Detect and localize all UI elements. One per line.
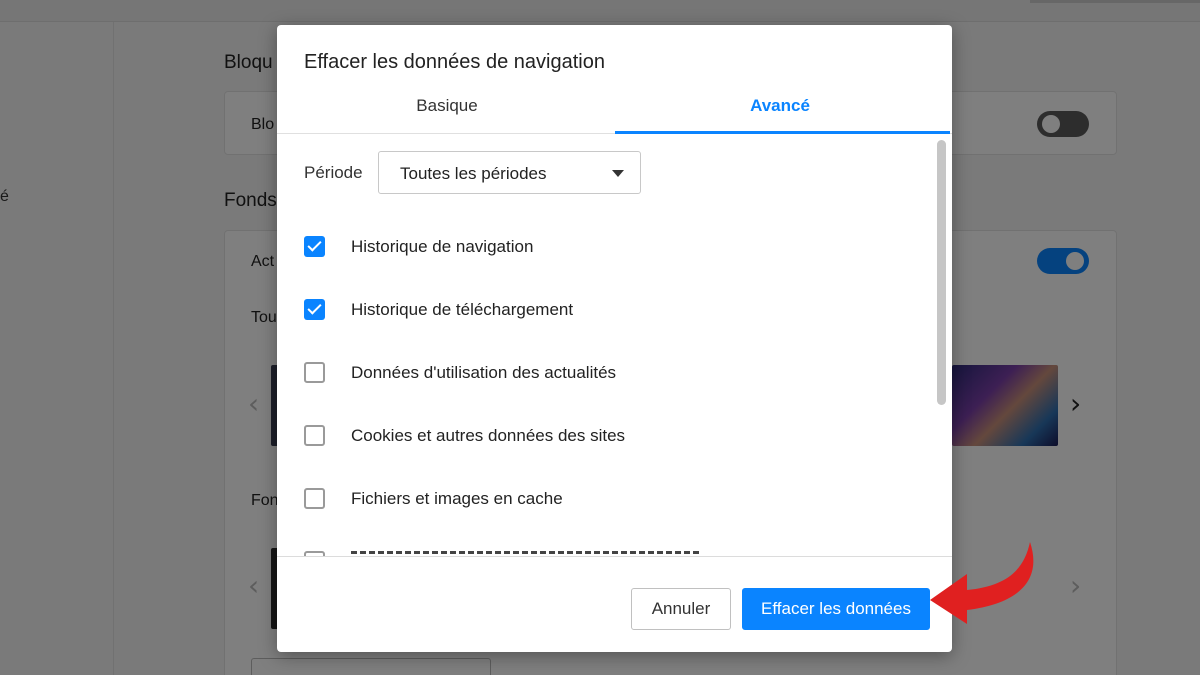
- checkbox[interactable]: [304, 299, 325, 320]
- clear-browsing-data-dialog: Effacer les données de navigation Basiqu…: [277, 25, 952, 652]
- footer-divider: [277, 556, 952, 557]
- option-browsing-history[interactable]: Historique de navigation: [304, 236, 924, 258]
- checkbox[interactable]: [304, 236, 325, 257]
- period-select[interactable]: Toutes les périodes: [378, 151, 641, 194]
- option-label: Historique de téléchargement: [351, 300, 574, 319]
- period-label: Période: [304, 163, 363, 182]
- clear-data-button[interactable]: Effacer les données: [742, 588, 930, 630]
- checkbox[interactable]: [304, 488, 325, 509]
- caret-down-icon: [612, 170, 624, 177]
- checkbox[interactable]: [304, 425, 325, 446]
- checkbox[interactable]: [304, 362, 325, 383]
- annotation-arrow-icon: [930, 542, 1034, 624]
- option-label: Cookies et autres données des sites: [351, 426, 626, 445]
- cancel-button[interactable]: Annuler: [631, 588, 731, 630]
- scrollbar-thumb[interactable]: [937, 140, 946, 405]
- option-cookies-site-data[interactable]: Cookies et autres données des sites: [304, 425, 924, 447]
- tab-basic[interactable]: Basique: [282, 96, 612, 116]
- option-label: Fichiers et images en cache: [351, 489, 563, 508]
- option-cached-files-images[interactable]: Fichiers et images en cache: [304, 488, 924, 510]
- active-tab-indicator: [615, 131, 950, 134]
- period-value: Toutes les périodes: [400, 164, 547, 183]
- option-news-usage-data[interactable]: Données d'utilisation des actualités: [304, 362, 924, 384]
- dialog-title: Effacer les données de navigation: [304, 51, 605, 73]
- option-label: Données d'utilisation des actualités: [351, 363, 617, 382]
- option-download-history[interactable]: Historique de téléchargement: [304, 299, 924, 321]
- tab-advanced[interactable]: Avancé: [615, 96, 945, 116]
- option-label-clipped: [351, 551, 701, 554]
- option-label: Historique de navigation: [351, 237, 534, 256]
